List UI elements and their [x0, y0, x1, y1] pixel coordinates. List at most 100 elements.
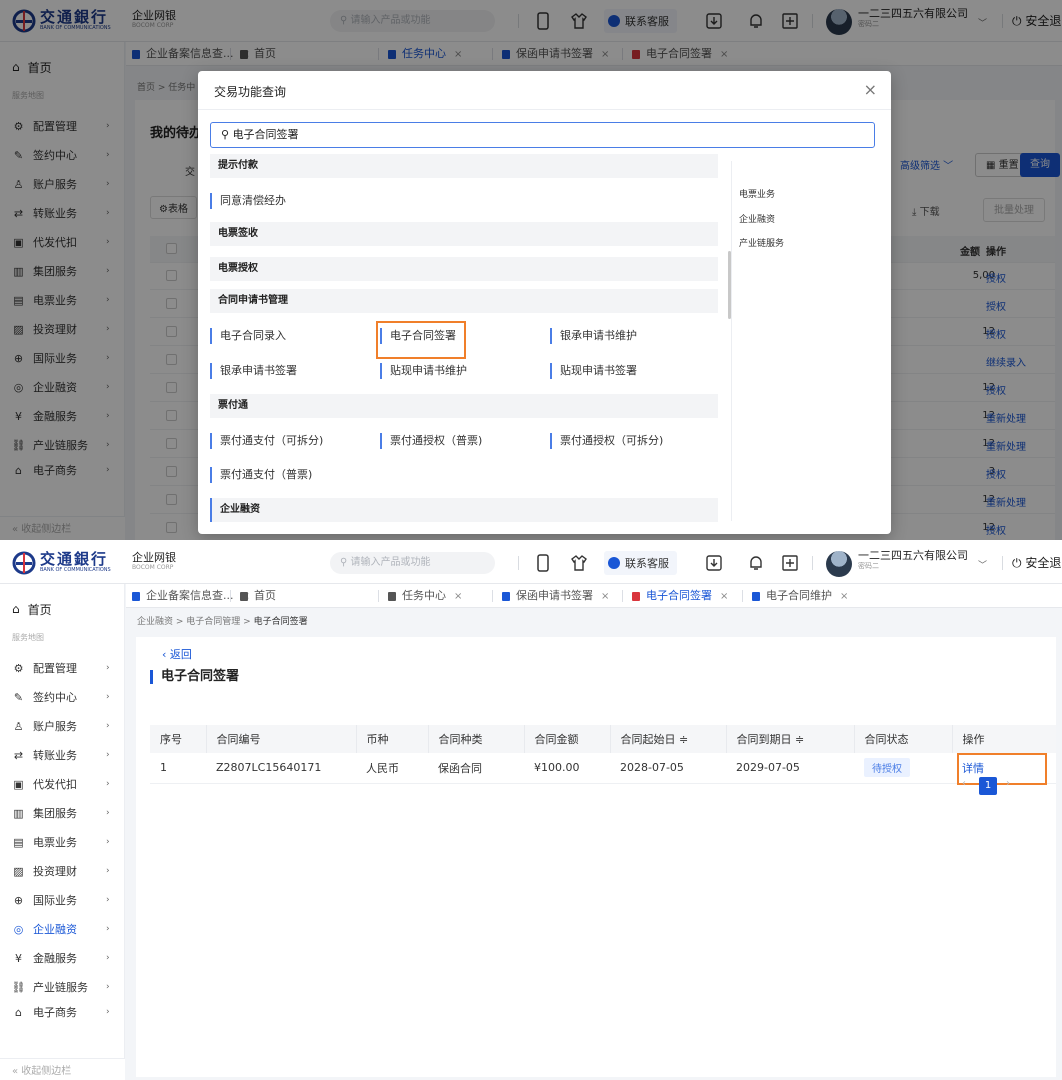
- mobile-icon[interactable]: [533, 553, 553, 573]
- chevron-right-icon: ›: [106, 953, 110, 963]
- sidebar-item-label: 企业融资: [33, 923, 77, 936]
- section-ticket-pay[interactable]: 票付通: [210, 394, 718, 418]
- tab-1[interactable]: 首页: [240, 584, 276, 608]
- contact-service-button[interactable]: 联系客服: [604, 551, 677, 575]
- close-icon[interactable]: ×: [864, 80, 877, 99]
- sidebar-item-3[interactable]: ⇄ 转账业务 ›: [0, 741, 125, 769]
- section-corporate-finance[interactable]: 企业融资: [210, 498, 718, 522]
- chevron-right-icon: ›: [106, 866, 110, 876]
- page-button-current[interactable]: 1: [979, 777, 997, 795]
- search-icon: ⚲: [221, 128, 233, 141]
- function-search-input[interactable]: ⚲ 电子合同签署: [210, 122, 875, 148]
- result-item-agree-settlement[interactable]: 同意清偿经办: [210, 193, 286, 209]
- result-item-bank-acceptance-maintain[interactable]: 银承申请书维护: [550, 328, 637, 344]
- cell-index: 1: [150, 753, 206, 784]
- document-icon: [752, 592, 760, 601]
- screenshot-task-center-with-search-modal: 交通銀行 BANK OF COMMUNICATIONS 企业网银 BOCOM C…: [0, 0, 1062, 540]
- close-icon[interactable]: ×: [840, 591, 848, 602]
- chevron-right-icon: ›: [106, 692, 110, 702]
- sidebar-item-9[interactable]: ◎ 企业融资 ›: [0, 915, 125, 943]
- sidebar-item-label: 产业链服务: [33, 981, 88, 994]
- divider: [230, 590, 231, 602]
- sidebar-item-4[interactable]: ▣ 代发代扣 ›: [0, 770, 125, 798]
- result-item-discount-maintain[interactable]: 贴现申请书维护: [380, 363, 467, 379]
- search-placeholder: 请输入产品或功能: [350, 557, 431, 568]
- shirt-icon[interactable]: [569, 553, 589, 573]
- tab-3[interactable]: 保函申请书签署 ×: [502, 584, 609, 608]
- sidebar-item-11[interactable]: ⛓ 产业链服务 ›: [0, 973, 125, 1001]
- scrollbar[interactable]: [728, 251, 731, 319]
- sidebar-item-10[interactable]: ¥ 金融服务 ›: [0, 944, 125, 972]
- tab-5[interactable]: 电子合同维护 ×: [752, 584, 848, 608]
- result-item-bank-acceptance-sign[interactable]: 银承申请书签署: [210, 363, 297, 379]
- function-search-value: 电子合同签署: [232, 128, 299, 141]
- sidebar: ⌂ 首页 服务地图 ⚙ 配置管理 › ✎ 签约中心 › ♙ 账户服务 › ⇄ 转账业务 › ▣ 代发代扣 › ▥…: [0, 584, 125, 1080]
- close-icon[interactable]: ×: [720, 591, 728, 602]
- section-prompt-payment[interactable]: 提示付款: [210, 154, 718, 178]
- logout-button[interactable]: ⏻ 安全退: [1012, 554, 1061, 571]
- chevron-right-icon: ›: [106, 895, 110, 905]
- chevron-left-icon[interactable]: ‹: [962, 778, 966, 789]
- tab-4[interactable]: 电子合同签署 ×: [632, 584, 728, 608]
- screenshot-contract-sign-page: 交通銀行 BANK OF COMMUNICATIONS 企业网银 BOCOM C…: [0, 540, 1062, 1080]
- calculator-icon[interactable]: [780, 553, 800, 573]
- global-search-input[interactable]: ⚲ 请输入产品或功能: [330, 552, 495, 574]
- section-ebill-receive[interactable]: 电票签收: [210, 222, 718, 246]
- document-icon: [132, 592, 140, 601]
- chevron-down-icon[interactable]: ﹀: [978, 558, 987, 571]
- sidebar-item-2[interactable]: ♙ 账户服务 ›: [0, 712, 125, 740]
- result-item-discount-sign[interactable]: 贴现申请书签署: [550, 363, 637, 379]
- category-supply-chain[interactable]: 产业链服务: [739, 236, 784, 249]
- highlight-box: [957, 753, 1047, 785]
- close-icon[interactable]: ×: [454, 591, 462, 602]
- tab-0[interactable]: 企业备案信息查...×: [132, 584, 250, 608]
- sidebar-item-0[interactable]: ⚙ 配置管理 ›: [0, 654, 125, 682]
- chevron-right-icon: ›: [106, 808, 110, 818]
- breadcrumb-item[interactable]: 电子合同管理: [186, 617, 240, 627]
- sidebar-item-6[interactable]: ▤ 电票业务 ›: [0, 828, 125, 856]
- chevron-right-icon[interactable]: ›: [1006, 778, 1010, 789]
- sidebar-item-5[interactable]: ▥ 集团服务 ›: [0, 799, 125, 827]
- category-corporate-finance[interactable]: 企业融资: [739, 212, 775, 225]
- gear-icon: ⚙: [13, 661, 24, 675]
- column-header-end-date[interactable]: 合同到期日 ≑: [726, 725, 855, 753]
- download-icon[interactable]: [704, 553, 724, 573]
- tab-2[interactable]: 任务中心 ×: [388, 584, 462, 608]
- sidebar-item-1[interactable]: ✎ 签约中心 ›: [0, 683, 125, 711]
- sidebar-item-12[interactable]: ⌂ 电子商务 ›: [0, 1002, 125, 1022]
- bank-name-en: BANK OF COMMUNICATIONS: [40, 567, 111, 573]
- sidebar-home[interactable]: ⌂ 首页: [0, 596, 125, 622]
- category-ebill[interactable]: 电票业务: [739, 187, 775, 200]
- divider: [492, 590, 493, 602]
- user-icon: ♙: [13, 719, 24, 733]
- result-item-ticket-authorize-normal[interactable]: 票付通授权（普票): [380, 433, 482, 449]
- bank-logo[interactable]: 交通銀行 BANK OF COMMUNICATIONS: [12, 551, 111, 575]
- result-item-contract-entry[interactable]: 电子合同录入: [210, 328, 286, 344]
- sidebar-item-label: 配置管理: [33, 662, 77, 675]
- back-button[interactable]: ‹ 返回: [162, 646, 192, 662]
- result-item-ticket-pay-normal[interactable]: 票付通支付（普票): [210, 467, 312, 483]
- portal-sub: BOCOM CORP: [132, 564, 174, 571]
- section-ebill-authorize[interactable]: 电票授权: [210, 257, 718, 281]
- column-header-start-date[interactable]: 合同起始日 ≑: [610, 725, 727, 753]
- tab-label: 企业备案信息查...: [146, 589, 234, 602]
- avatar[interactable]: [826, 551, 852, 577]
- service-map-label: 服务地图: [12, 633, 44, 642]
- bell-icon[interactable]: [746, 553, 766, 573]
- sidebar-item-label: 代发代扣: [33, 778, 77, 791]
- sidebar-home-label: 首页: [27, 602, 52, 617]
- company-info[interactable]: 一二三四五六有限公司 密码二: [858, 549, 968, 571]
- result-item-ticket-pay-split[interactable]: 票付通支付（可拆分): [210, 433, 323, 449]
- sidebar-item-8[interactable]: ⊕ 国际业务 ›: [0, 886, 125, 914]
- collapse-sidebar-button[interactable]: « 收起侧边栏: [0, 1058, 125, 1080]
- breadcrumb-item[interactable]: 企业融资: [137, 617, 173, 627]
- contract-table: 序号 合同编号 币种 合同种类 合同金额 合同起始日 ≑ 合同到期日 ≑ 合同状…: [150, 725, 1056, 784]
- column-header-currency: 币种: [356, 725, 429, 753]
- sidebar-item-7[interactable]: ▨ 投资理财 ›: [0, 857, 125, 885]
- section-contract-management[interactable]: 合同申请书管理: [210, 289, 718, 313]
- pen-icon: ✎: [13, 690, 24, 704]
- chevron-right-icon: ›: [106, 750, 110, 760]
- divider: [622, 590, 623, 602]
- close-icon[interactable]: ×: [601, 591, 609, 602]
- result-item-ticket-authorize-split[interactable]: 票付通授权（可拆分): [550, 433, 663, 449]
